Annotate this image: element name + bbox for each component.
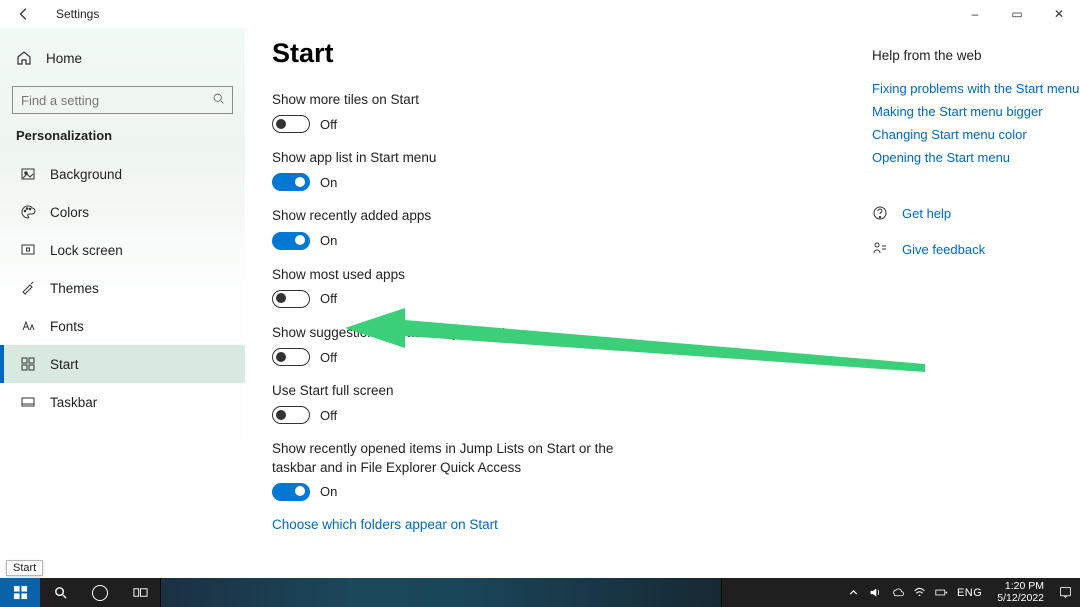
get-help[interactable]: Get help — [872, 205, 1080, 221]
notifications-icon[interactable] — [1059, 586, 1072, 599]
toggle-jump-lists[interactable] — [272, 483, 310, 501]
sidebar-category: Personalization — [0, 128, 245, 143]
sidebar-item-label: Taskbar — [50, 395, 97, 410]
choose-folders-link[interactable]: Choose which folders appear on Start — [272, 517, 812, 532]
chevron-up-icon[interactable] — [847, 586, 860, 599]
toggle-show-app-list[interactable] — [272, 173, 310, 191]
image-icon — [20, 166, 36, 182]
help-link[interactable]: Changing Start menu color — [872, 127, 1080, 142]
setting-label: Show recently opened items in Jump Lists… — [272, 440, 632, 476]
windows-icon — [13, 585, 28, 600]
volume-icon[interactable] — [869, 586, 882, 599]
feedback-icon — [872, 241, 888, 257]
give-feedback-label: Give feedback — [902, 242, 985, 257]
start-icon — [20, 356, 36, 372]
sidebar-item-label: Background — [50, 167, 122, 182]
setting-label: Show app list in Start menu — [272, 149, 632, 167]
taskbar-icon — [20, 394, 36, 410]
setting-show-app-list: Show app list in Start menu On — [272, 149, 812, 191]
window-title: Settings — [56, 7, 99, 21]
minimize-button[interactable]: – — [954, 0, 996, 28]
toggle-state: Off — [320, 408, 337, 423]
get-help-label: Get help — [902, 206, 951, 221]
toggle-state: On — [320, 484, 337, 499]
setting-show-more-tiles: Show more tiles on Start Off — [272, 91, 812, 133]
taskview-icon — [133, 585, 148, 600]
setting-label: Show recently added apps — [272, 207, 632, 225]
system-tray[interactable]: ENG 1:20 PM 5/12/2022 — [839, 578, 1080, 607]
sidebar-item-background[interactable]: Background — [0, 155, 245, 193]
lock-icon — [20, 242, 36, 258]
sidebar-item-label: Themes — [50, 281, 99, 296]
sidebar-item-label: Lock screen — [50, 243, 123, 258]
onedrive-icon[interactable] — [891, 586, 904, 599]
sidebar-item-label: Fonts — [50, 319, 84, 334]
toggle-state: Off — [320, 291, 337, 306]
brush-icon — [20, 280, 36, 296]
toggle-state: Off — [320, 117, 337, 132]
sidebar-item-taskbar[interactable]: Taskbar — [0, 383, 245, 421]
help-panel: Help from the web Fixing problems with t… — [872, 38, 1080, 257]
sidebar-home-label: Home — [46, 51, 82, 66]
font-icon — [20, 318, 36, 334]
setting-suggestions: Show suggestions occasionally in Start O… — [272, 324, 812, 366]
setting-label: Show more tiles on Start — [272, 91, 632, 109]
setting-most-used: Show most used apps Off — [272, 266, 812, 308]
search-icon — [53, 585, 68, 600]
taskbar-clock[interactable]: 1:20 PM 5/12/2022 — [991, 581, 1050, 603]
taskbar-tooltip: Start — [6, 560, 43, 576]
battery-icon[interactable] — [935, 586, 948, 599]
sidebar-home[interactable]: Home — [0, 38, 245, 78]
taskbar-taskview-button[interactable] — [120, 578, 160, 607]
search-icon — [212, 92, 225, 108]
help-link[interactable]: Opening the Start menu — [872, 150, 1080, 165]
help-link[interactable]: Making the Start menu bigger — [872, 104, 1080, 119]
sidebar-item-label: Start — [50, 357, 79, 372]
taskbar-start-button[interactable] — [0, 578, 40, 607]
wifi-icon[interactable] — [913, 586, 926, 599]
setting-label: Show suggestions occasionally in Start — [272, 324, 632, 342]
sidebar-item-label: Colors — [50, 205, 89, 220]
taskbar-cortana-button[interactable] — [80, 578, 120, 607]
toggle-state: On — [320, 175, 337, 190]
sidebar-item-start[interactable]: Start — [0, 345, 245, 383]
setting-full-screen: Use Start full screen Off — [272, 382, 812, 424]
settings-sidebar: Home Personalization Background Colors L… — [0, 28, 245, 578]
setting-recently-added: Show recently added apps On — [272, 207, 812, 249]
help-link[interactable]: Fixing problems with the Start menu — [872, 81, 1080, 96]
taskbar-running-apps[interactable] — [160, 578, 722, 607]
toggle-state: Off — [320, 350, 337, 365]
help-icon — [872, 205, 888, 221]
search-input[interactable] — [12, 86, 233, 114]
maximize-button[interactable]: ▭ — [996, 0, 1038, 28]
give-feedback[interactable]: Give feedback — [872, 241, 1080, 257]
sidebar-nav: Background Colors Lock screen Themes Fon… — [0, 155, 245, 421]
close-button[interactable]: ✕ — [1038, 0, 1080, 28]
sidebar-item-colors[interactable]: Colors — [0, 193, 245, 231]
palette-icon — [20, 204, 36, 220]
clock-time: 1:20 PM — [997, 581, 1044, 592]
ime-indicator[interactable]: ENG — [957, 587, 982, 599]
sidebar-item-themes[interactable]: Themes — [0, 269, 245, 307]
sidebar-item-fonts[interactable]: Fonts — [0, 307, 245, 345]
toggle-show-more-tiles[interactable] — [272, 115, 310, 133]
sidebar-item-lock-screen[interactable]: Lock screen — [0, 231, 245, 269]
toggle-full-screen[interactable] — [272, 406, 310, 424]
toggle-recently-added[interactable] — [272, 232, 310, 250]
taskbar-search-button[interactable] — [40, 578, 80, 607]
clock-date: 5/12/2022 — [997, 593, 1044, 604]
page-title: Start — [272, 38, 812, 69]
taskbar: ENG 1:20 PM 5/12/2022 — [0, 578, 1080, 607]
back-button[interactable] — [12, 2, 36, 26]
home-icon — [16, 50, 32, 66]
toggle-state: On — [320, 233, 337, 248]
toggle-most-used[interactable] — [272, 290, 310, 308]
help-heading: Help from the web — [872, 48, 1080, 63]
setting-jump-lists: Show recently opened items in Jump Lists… — [272, 440, 812, 500]
toggle-suggestions[interactable] — [272, 348, 310, 366]
setting-label: Use Start full screen — [272, 382, 632, 400]
setting-label: Show most used apps — [272, 266, 632, 284]
